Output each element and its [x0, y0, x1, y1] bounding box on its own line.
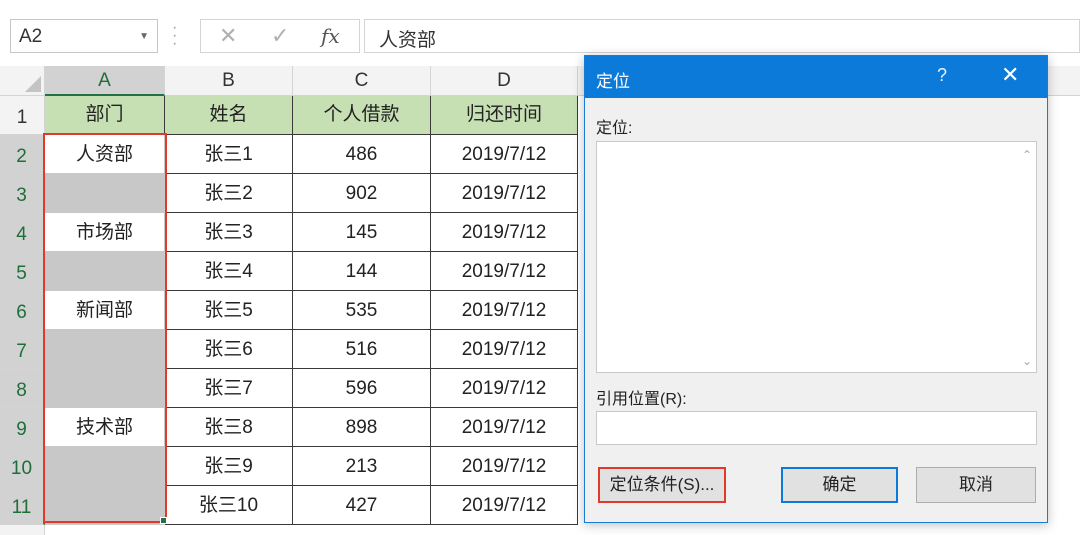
row-header-12[interactable]: [0, 525, 45, 535]
header-cell-name[interactable]: 姓名: [165, 96, 293, 135]
drag-handle-icon[interactable]: · · ·: [172, 20, 177, 52]
row-header-3[interactable]: 3: [0, 174, 45, 213]
scroll-up-icon[interactable]: ⌃: [1022, 148, 1032, 162]
cell-b9[interactable]: 张三8: [165, 408, 293, 447]
cell-c10[interactable]: 213: [293, 447, 431, 486]
cell-b3[interactable]: 张三2: [165, 174, 293, 213]
cell-d9[interactable]: 2019/7/12: [431, 408, 578, 447]
row-header-6[interactable]: 6: [0, 291, 45, 330]
row-header-5[interactable]: 5: [0, 252, 45, 291]
column-header-d[interactable]: D: [431, 66, 578, 96]
cell-d2[interactable]: 2019/7/12: [431, 135, 578, 174]
formula-input[interactable]: 人资部: [364, 19, 1080, 53]
cell-c8[interactable]: 596: [293, 369, 431, 408]
cell-d10[interactable]: 2019/7/12: [431, 447, 578, 486]
cell-c9[interactable]: 898: [293, 408, 431, 447]
row-header-10[interactable]: 10: [0, 447, 45, 486]
header-cell-return-date[interactable]: 归还时间: [431, 96, 578, 135]
cell-b10[interactable]: 张三9: [165, 447, 293, 486]
select-all-corner[interactable]: [0, 66, 45, 96]
row-header-8[interactable]: 8: [0, 369, 45, 408]
row-header-11[interactable]: 11: [0, 486, 45, 525]
cell-b7[interactable]: 张三6: [165, 330, 293, 369]
column-header-a[interactable]: A: [45, 66, 165, 96]
cell-b11[interactable]: 张三10: [165, 486, 293, 525]
goto-dialog: 定位 ? ✕ 定位: ⌃ ⌄ 引用位置(R): 定位条件(S)... 确定 取消: [584, 55, 1048, 523]
cell-c7[interactable]: 516: [293, 330, 431, 369]
cell-b5[interactable]: 张三4: [165, 252, 293, 291]
formula-value: 人资部: [379, 30, 437, 51]
reference-input[interactable]: [596, 411, 1037, 445]
column-header-c[interactable]: C: [293, 66, 431, 96]
cell-d7[interactable]: 2019/7/12: [431, 330, 578, 369]
cell-b2[interactable]: 张三1: [165, 135, 293, 174]
cell-b8[interactable]: 张三7: [165, 369, 293, 408]
cell-d6[interactable]: 2019/7/12: [431, 291, 578, 330]
row-header-4[interactable]: 4: [0, 213, 45, 252]
scroll-down-icon[interactable]: ⌄: [1022, 354, 1032, 368]
selection-outline: [43, 133, 167, 523]
cell-c6[interactable]: 535: [293, 291, 431, 330]
cancel-button[interactable]: 取消: [916, 467, 1036, 503]
dialog-titlebar[interactable]: 定位 ? ✕: [585, 56, 1047, 98]
row-header-1[interactable]: 1: [0, 96, 45, 135]
row-header-7[interactable]: 7: [0, 330, 45, 369]
formula-buttons: ✕ ✓ fx: [200, 19, 360, 53]
column-header-b[interactable]: B: [165, 66, 293, 96]
fill-handle[interactable]: [160, 517, 167, 524]
cell-b4[interactable]: 张三3: [165, 213, 293, 252]
cell-c4[interactable]: 145: [293, 213, 431, 252]
help-icon[interactable]: ?: [937, 65, 947, 86]
cell-c5[interactable]: 144: [293, 252, 431, 291]
ok-button[interactable]: 确定: [781, 467, 898, 503]
goto-label: 定位:: [596, 120, 633, 137]
cell-c11[interactable]: 427: [293, 486, 431, 525]
enter-icon[interactable]: ✓: [271, 23, 289, 49]
reference-label: 引用位置(R):: [596, 391, 687, 408]
special-button[interactable]: 定位条件(S)...: [598, 467, 726, 503]
cell-d11[interactable]: 2019/7/12: [431, 486, 578, 525]
name-box[interactable]: A2 ▼: [10, 19, 158, 53]
cell-d5[interactable]: 2019/7/12: [431, 252, 578, 291]
chevron-down-icon[interactable]: ▼: [139, 31, 149, 42]
header-cell-loan[interactable]: 个人借款: [293, 96, 431, 135]
close-icon[interactable]: ✕: [1001, 62, 1019, 88]
cell-d8[interactable]: 2019/7/12: [431, 369, 578, 408]
row-header-2[interactable]: 2: [0, 135, 45, 174]
goto-listbox[interactable]: ⌃ ⌄: [596, 141, 1037, 373]
cell-b6[interactable]: 张三5: [165, 291, 293, 330]
header-cell-department[interactable]: 部门: [45, 96, 165, 135]
cell-d3[interactable]: 2019/7/12: [431, 174, 578, 213]
dialog-title: 定位: [596, 72, 630, 91]
cell-c3[interactable]: 902: [293, 174, 431, 213]
cell-d4[interactable]: 2019/7/12: [431, 213, 578, 252]
cancel-icon[interactable]: ✕: [219, 23, 237, 49]
row-header-9[interactable]: 9: [0, 408, 45, 447]
cell-c2[interactable]: 486: [293, 135, 431, 174]
name-box-value: A2: [19, 26, 43, 47]
insert-function-icon[interactable]: fx: [321, 24, 340, 48]
select-all-icon: [25, 76, 41, 92]
